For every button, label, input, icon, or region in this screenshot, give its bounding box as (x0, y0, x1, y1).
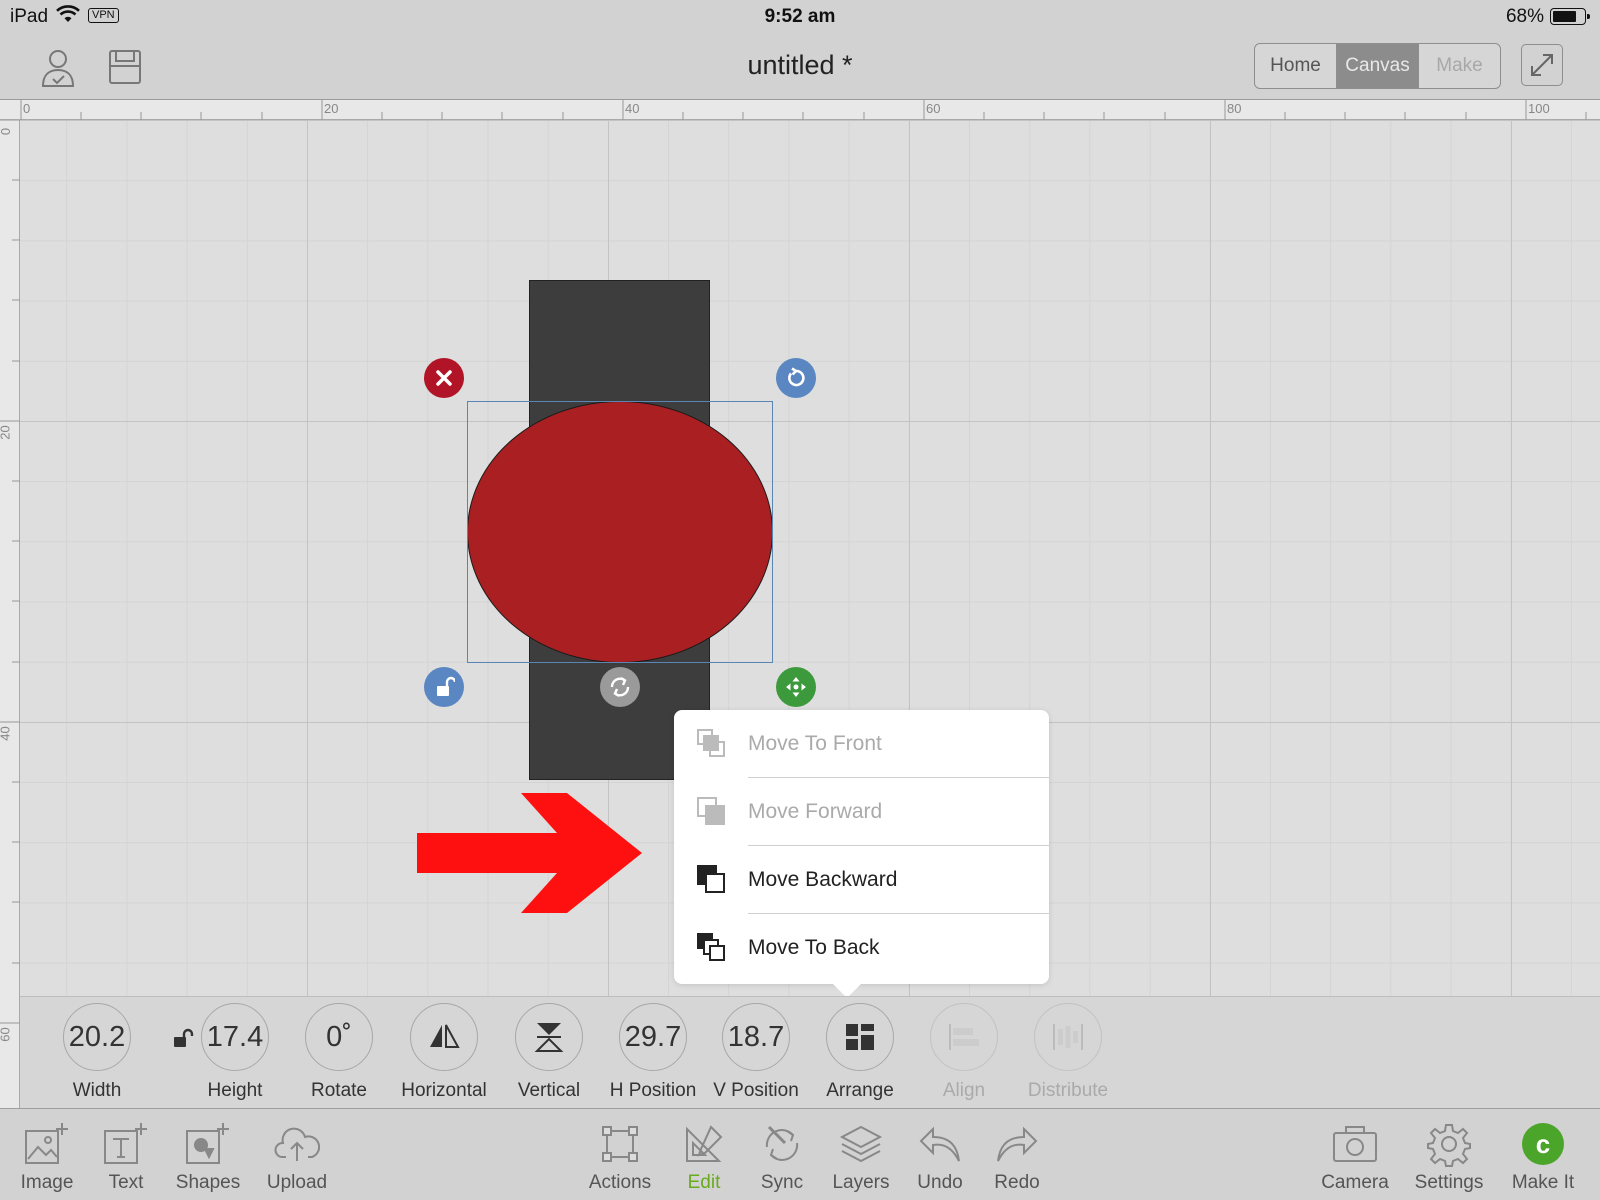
height-value[interactable]: 17.4 (201, 1003, 269, 1071)
move-forward-icon (697, 797, 725, 825)
upload-button[interactable]: Upload (252, 1117, 342, 1197)
upload-label: Upload (266, 1172, 328, 1193)
ruler-label: 20 (324, 101, 339, 116)
text-icon (104, 1123, 147, 1164)
upload-icon (274, 1127, 320, 1161)
redo-label: Redo (994, 1172, 1040, 1193)
ruler-label: 0 (0, 128, 13, 135)
h-position-value[interactable]: 29.7 (619, 1003, 687, 1071)
width-value[interactable]: 20.2 (63, 1003, 131, 1071)
ruler-label: 60 (0, 1027, 13, 1042)
shapes-icon (186, 1123, 229, 1164)
status-bar: iPad VPN 9:52 am 68% (0, 0, 1600, 34)
ruler-label: 40 (625, 101, 640, 116)
menu-item-move-backward[interactable]: Move Backward (674, 846, 1049, 914)
battery-icon (1550, 8, 1590, 25)
move-to-back-icon (697, 933, 725, 961)
tab-canvas[interactable]: Canvas (1337, 44, 1419, 88)
lock-handle-icon[interactable] (424, 667, 464, 707)
annotation-arrow-icon (417, 793, 642, 913)
delete-handle-icon[interactable] (424, 358, 464, 398)
menu-item-label: Move To Back (748, 936, 880, 959)
selection-box (467, 401, 773, 663)
shapes-button[interactable]: Shapes (163, 1117, 253, 1197)
resize-handle-icon[interactable] (776, 667, 816, 707)
menu-item-label: Move To Front (748, 732, 882, 755)
move-backward-icon (697, 865, 725, 893)
menu-item-label: Move Backward (748, 868, 898, 891)
flip-handle-icon[interactable] (600, 667, 640, 707)
ruler-label: 100 (1528, 101, 1550, 116)
menu-item-move-forward[interactable]: Move Forward (674, 778, 1049, 846)
camera-icon (1333, 1126, 1377, 1162)
app-header: untitled * Home Canvas Make (0, 34, 1600, 100)
actions-icon (602, 1126, 638, 1162)
undo-icon (919, 1126, 960, 1162)
tab-home[interactable]: Home (1255, 44, 1337, 88)
ruler-label: 20 (0, 425, 13, 440)
ruler-label: 80 (1227, 101, 1242, 116)
sync-icon (765, 1125, 799, 1161)
move-to-front-icon (697, 729, 725, 757)
menu-item-move-to-front[interactable]: Move To Front (674, 710, 1049, 778)
ruler-left: 0 20 40 60 (0, 120, 20, 1110)
width-label: Width (72, 1080, 122, 1101)
layers-icon (839, 1125, 883, 1163)
edit-icon (686, 1125, 723, 1162)
rotate-value[interactable]: 0˚ (305, 1003, 373, 1071)
menu-item-label: Move Forward (748, 800, 883, 823)
ruler-label: 40 (0, 726, 13, 741)
ruler-label: 60 (926, 101, 941, 116)
camera-button[interactable]: Camera (1310, 1117, 1400, 1197)
bottom-toolbar: Image Text Shapes Upload Actions Edit Sy… (0, 1108, 1600, 1200)
redo-button[interactable]: Redo (972, 1117, 1062, 1197)
make-it-label: Make It (1511, 1172, 1575, 1193)
make-it-button[interactable]: c Make It (1498, 1117, 1588, 1197)
redo-icon (997, 1126, 1038, 1162)
align-icon[interactable] (930, 1003, 998, 1071)
v-position-value[interactable]: 18.7 (722, 1003, 790, 1071)
distribute-icon[interactable] (1034, 1003, 1102, 1071)
fullscreen-icon[interactable] (1521, 44, 1563, 86)
ruler-label: 0 (23, 101, 31, 116)
mode-tabs: Home Canvas Make (1254, 43, 1501, 89)
settings-icon (1427, 1124, 1471, 1167)
flip-vertical-icon[interactable] (515, 1003, 583, 1071)
flip-horizontal-icon[interactable] (410, 1003, 478, 1071)
width-control[interactable]: 20.2 Width (42, 1003, 152, 1103)
rotate-control[interactable]: 0˚ Rotate (284, 1003, 394, 1103)
battery-percent: 68% (1505, 6, 1544, 27)
arrange-icon[interactable] (826, 1003, 894, 1071)
settings-button[interactable]: Settings (1404, 1117, 1494, 1197)
make-it-icon: c (1522, 1123, 1564, 1165)
menu-item-move-to-back[interactable]: Move To Back (674, 914, 1049, 982)
arrange-menu: Move To Front Move Forward Move Backward… (674, 710, 1049, 998)
rotate-handle-icon[interactable] (776, 358, 816, 398)
image-icon (25, 1123, 68, 1164)
distribute-control[interactable]: Distribute (1013, 1003, 1123, 1103)
tab-make[interactable]: Make (1419, 44, 1500, 88)
properties-toolbar: 20.2 Width 17.4 Height 0˚ Rotate Horizon… (20, 996, 1600, 1108)
clock: 9:52 am (764, 6, 836, 27)
distribute-label: Distribute (1027, 1080, 1109, 1101)
ruler-top: 0 20 40 60 80 100 (0, 100, 1600, 120)
flip-horizontal-control[interactable]: Horizontal (389, 1003, 499, 1103)
